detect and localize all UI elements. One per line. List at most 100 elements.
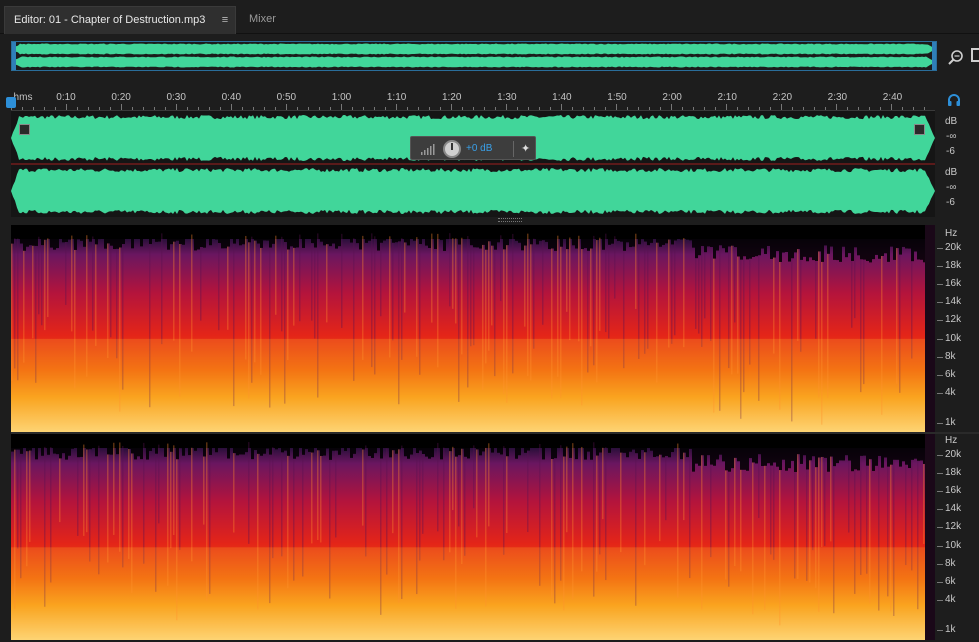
tab-mixer[interactable]: Mixer [249, 13, 276, 25]
spectrogram-column-mask [800, 225, 803, 260]
db-minus-inf-top: -∞ [946, 131, 957, 142]
spectrogram-column-mask [455, 225, 458, 239]
spectrogram-column-mask [17, 225, 20, 239]
spectrogram-column-mask [527, 225, 530, 234]
spectrogram-column-mask [149, 434, 152, 451]
spectrogram-column-mask [281, 434, 284, 453]
ruler-tick-label: 0:20 [111, 92, 131, 103]
spectrogram-column-mask [209, 225, 212, 246]
spectrogram-column-mask [608, 434, 611, 453]
fade-in-handle[interactable] [19, 124, 30, 135]
spectrogram-column-mask [467, 225, 470, 237]
spectrogram-column-mask [155, 434, 158, 454]
spectrogram-streak [710, 464, 712, 558]
spectrogram-column-mask [491, 225, 494, 246]
spectrogram-column-mask [479, 225, 482, 249]
spectrogram-column-mask [620, 434, 623, 453]
headphone-icon[interactable] [947, 93, 961, 106]
spectrogram-column-mask [170, 225, 173, 245]
spectrogram-streak [128, 448, 130, 559]
spectrogram-column-mask [683, 225, 686, 239]
time-ruler[interactable]: hms 0:10 0:20 0:30 0:40 0:50 1:00 1:10 1:20 1:30… [11, 88, 935, 110]
view-divider-grip[interactable] [498, 218, 522, 222]
spectrogram-column-mask [890, 434, 893, 465]
spectrogram-column-mask [740, 434, 743, 470]
spectrogram-streak [392, 242, 394, 341]
tab-editor-label: Editor: 01 - Chapter of Destruction.mp3 [14, 14, 206, 26]
zoom-icon[interactable] [947, 48, 965, 66]
spectrogram-column-mask [518, 434, 521, 456]
hz-scale-bottom-label: 10k [945, 540, 962, 551]
spectrogram-column-mask [326, 225, 329, 245]
spectrogram-column-mask [674, 434, 677, 443]
spectrogram-column-mask [698, 434, 701, 466]
hamburger-icon[interactable]: ≡ [219, 13, 231, 27]
spectrogram-column-mask [731, 225, 734, 246]
spectral-display-right[interactable] [11, 434, 935, 640]
spectrogram-column-mask [89, 225, 92, 242]
spectrogram-column-mask [62, 434, 65, 454]
spectrogram-column-mask [179, 225, 182, 245]
spectrogram-streak [44, 239, 46, 331]
spectrogram-column-mask [680, 225, 683, 240]
fade-out-handle[interactable] [914, 124, 925, 135]
gain-hud[interactable]: +0 dB ✦ [410, 136, 536, 160]
spectrogram-column-mask [143, 225, 146, 234]
spectrogram-column-mask [236, 434, 239, 456]
zoom-bracket-icon[interactable] [971, 48, 979, 62]
spectrogram-column-mask [437, 434, 440, 443]
spectrogram-column-mask [44, 225, 47, 240]
spectrogram-column-mask [176, 225, 179, 241]
overview-right-handle[interactable] [932, 42, 936, 70]
spectrogram-column-mask [827, 434, 830, 472]
spectrogram-column-mask [908, 434, 911, 469]
spectrogram-column-mask [896, 225, 899, 249]
spectrogram-column-mask [383, 225, 386, 241]
spectrogram-column-mask [551, 434, 554, 459]
ruler-tick-label: 0:40 [221, 92, 242, 103]
audition-editor: Editor: 01 - Chapter of Destruction.mp3 … [0, 0, 979, 642]
spectrogram-streak [89, 449, 91, 562]
spectrogram-column-mask [284, 225, 287, 243]
spectrogram-column-mask [365, 434, 368, 446]
spectrogram-column-mask [278, 225, 281, 235]
spectral-display-left[interactable] [11, 225, 935, 432]
spectrogram-column-mask [191, 434, 194, 448]
spectrogram-column-mask [434, 225, 437, 249]
spectrogram-column-mask [152, 225, 155, 237]
ruler-tick-label: 0:30 [166, 92, 186, 103]
spectrogram-streak [458, 455, 460, 527]
gain-knob[interactable] [443, 140, 461, 158]
waveform-display[interactable] [11, 111, 935, 217]
pin-icon[interactable]: ✦ [521, 142, 531, 156]
playhead-marker[interactable] [6, 97, 16, 108]
spectrogram-column-mask [362, 225, 365, 236]
spectrogram-column-mask [53, 434, 56, 454]
spectrogram-column-mask [482, 225, 485, 245]
spectrogram-column-mask [761, 434, 764, 466]
overview-left-handle[interactable] [12, 42, 16, 70]
spectrogram-column-mask [566, 434, 569, 447]
spectrogram-column-mask [497, 225, 500, 243]
hz-scale-bottom-tick [937, 564, 943, 565]
spectrogram-column-mask [566, 225, 569, 250]
spectrogram-column-mask [419, 434, 422, 451]
spectrogram-streak [635, 233, 637, 309]
spectrogram-streak [800, 259, 802, 352]
spectrogram-streak [506, 456, 508, 534]
spectrogram-column-mask [194, 225, 197, 251]
spectrogram-column-mask [494, 225, 497, 250]
waveform-channels [11, 111, 935, 217]
spectrogram-column-mask [305, 225, 308, 237]
spectrogram-column-mask [860, 225, 863, 260]
hz-scale-bottom-tick [937, 491, 943, 492]
spectrogram-streak [173, 241, 175, 341]
spectrogram-column-mask [17, 434, 20, 450]
spectrogram-column-mask [842, 434, 845, 461]
spectrogram-column-mask [767, 225, 770, 246]
spectrogram-column-mask [431, 434, 434, 458]
overview-navigator[interactable] [11, 41, 937, 71]
spectrogram-column-mask [794, 225, 797, 253]
tab-editor[interactable]: Editor: 01 - Chapter of Destruction.mp3 … [4, 6, 236, 34]
spectrogram-column-mask [665, 434, 668, 456]
